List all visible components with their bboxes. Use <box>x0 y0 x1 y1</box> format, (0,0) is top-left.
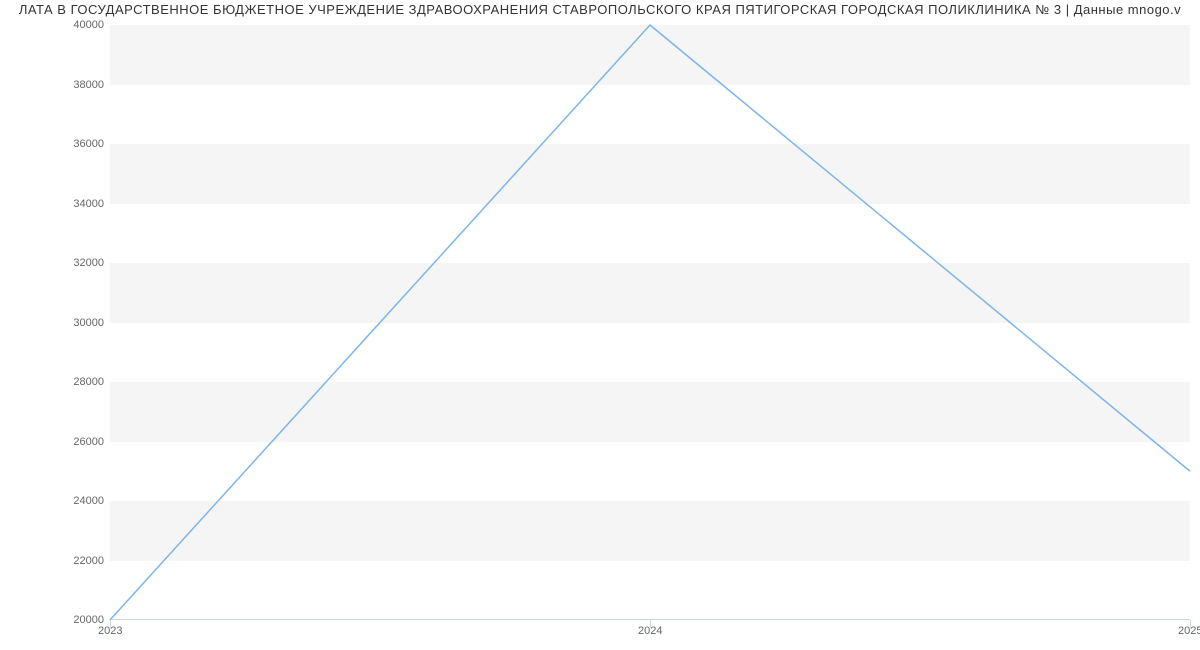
y-tick-label: 20000 <box>54 614 104 626</box>
y-tick-label: 32000 <box>54 257 104 269</box>
plot-area <box>110 25 1190 620</box>
y-tick-label: 38000 <box>54 79 104 91</box>
y-tick-label: 30000 <box>54 317 104 329</box>
y-tick-label: 24000 <box>54 495 104 507</box>
y-tick-label: 40000 <box>54 19 104 31</box>
y-tick-label: 22000 <box>54 555 104 567</box>
y-tick-label: 34000 <box>54 198 104 210</box>
line-series <box>110 25 1190 620</box>
x-tick-label: 2025 <box>1178 625 1200 637</box>
y-tick-label: 28000 <box>54 376 104 388</box>
y-tick-label: 26000 <box>54 436 104 448</box>
chart-title: ЛАТА В ГОСУДАРСТВЕННОЕ БЮДЖЕТНОЕ УЧРЕЖДЕ… <box>0 2 1200 17</box>
x-tick <box>650 620 651 628</box>
x-tick <box>1190 620 1191 628</box>
y-tick-label: 36000 <box>54 138 104 150</box>
x-tick <box>110 620 111 628</box>
